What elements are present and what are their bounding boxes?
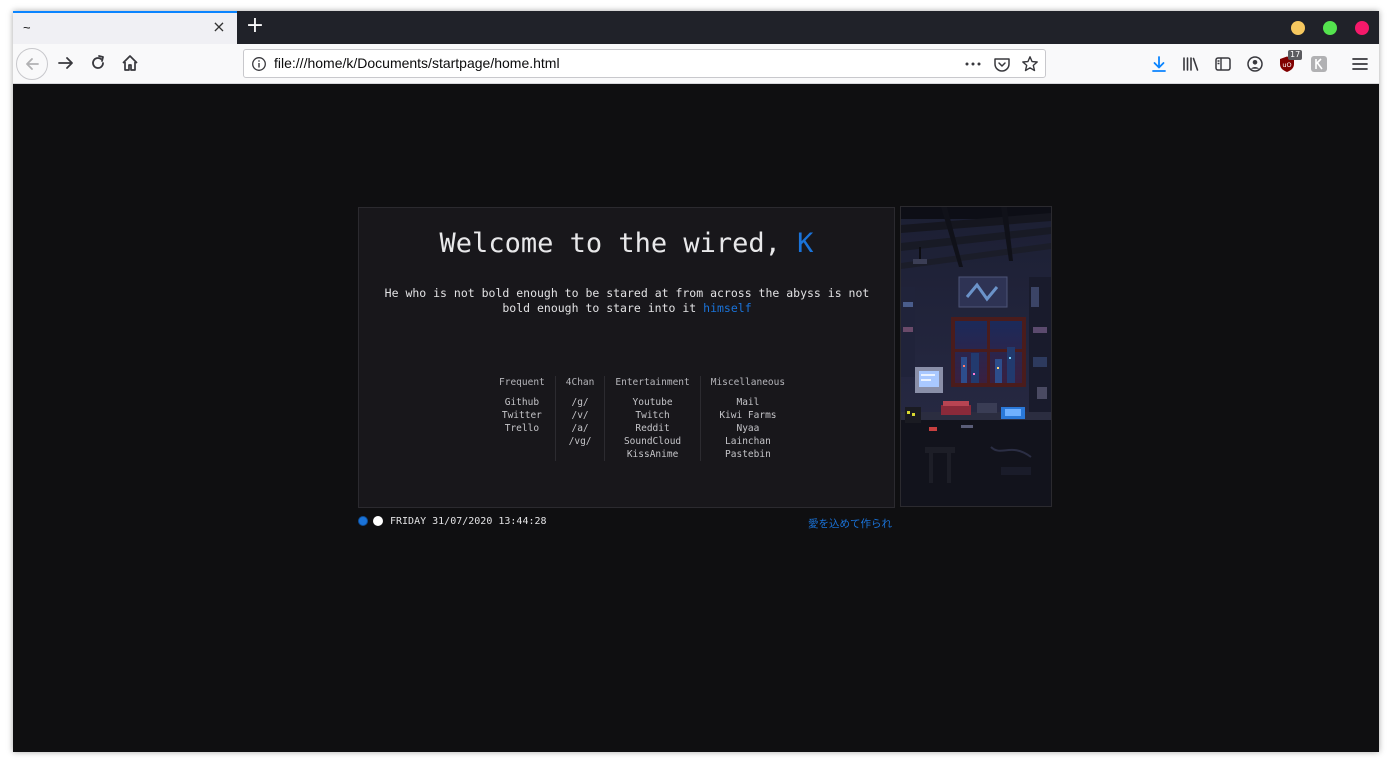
link-nyaa[interactable]: Nyaa (736, 422, 759, 435)
navigation-toolbar: file:///home/k/Documents/startpage/home.… (13, 44, 1379, 84)
browser-window: ~ × + file:///home/k/Documents/startpage… (13, 11, 1379, 752)
reload-icon[interactable] (89, 54, 107, 72)
made-with-love-text: 愛を込めて作られ (808, 518, 892, 530)
url-text[interactable]: file:///home/k/Documents/startpage/home.… (274, 55, 560, 71)
tab-title: ~ (23, 20, 31, 35)
status-bar: FRIDAY 31/07/2020 13:44:28 (358, 514, 547, 528)
clock-datetime: FRIDAY 31/07/2020 13:44:28 (390, 515, 547, 527)
library-icon[interactable] (1182, 55, 1200, 73)
link-kissanime[interactable]: KissAnime (627, 448, 678, 461)
extension-icon[interactable] (1310, 55, 1328, 73)
startpage-card: Welcome to the wired, K He who is not bo… (358, 207, 895, 508)
forward-arrow-icon[interactable] (57, 54, 75, 72)
column-title: Entertainment (615, 377, 690, 388)
column-frequent: Frequent Github Twitter Trello (489, 376, 555, 461)
link-soundcloud[interactable]: SoundCloud (624, 435, 681, 448)
column-entertainment: Entertainment Youtube Twitch Reddit Soun… (604, 376, 699, 461)
link-twitch[interactable]: Twitch (635, 409, 669, 422)
link-trello[interactable]: Trello (505, 422, 539, 435)
column-title: Frequent (499, 377, 545, 388)
link-g[interactable]: /g/ (571, 396, 588, 409)
tab-active[interactable]: ~ × (13, 11, 237, 44)
home-icon[interactable] (121, 54, 139, 72)
link-vg[interactable]: /vg/ (569, 435, 592, 448)
link-reddit[interactable]: Reddit (635, 422, 669, 435)
pocket-icon[interactable] (993, 55, 1011, 73)
room-illustration (901, 207, 1051, 506)
bookmark-star-icon[interactable] (1021, 55, 1039, 73)
tab-strip: ~ × + (13, 11, 1379, 44)
back-arrow-icon (26, 58, 39, 70)
pixel-art-room-image (900, 206, 1052, 507)
url-bar[interactable]: file:///home/k/Documents/startpage/home.… (243, 49, 1046, 78)
theme-dot-white[interactable] (373, 516, 383, 526)
link-mail[interactable]: Mail (736, 396, 759, 409)
link-youtube[interactable]: Youtube (633, 396, 673, 409)
theme-dot-blue[interactable] (358, 516, 368, 526)
downloads-icon[interactable] (1150, 55, 1168, 73)
column-title: 4Chan (565, 377, 595, 388)
quote: He who is not bold enough to be stared a… (377, 286, 877, 316)
welcome-user-name: K (797, 228, 814, 259)
column-4chan: 4Chan /g/ /v/ /a/ /vg/ (554, 376, 605, 461)
page-actions-icon[interactable] (964, 55, 982, 73)
link-kiwi-farms[interactable]: Kiwi Farms (719, 409, 776, 422)
link-v[interactable]: /v/ (571, 409, 588, 422)
link-a[interactable]: /a/ (571, 422, 588, 435)
link-lainchan[interactable]: Lainchan (725, 435, 771, 448)
page-viewport: Welcome to the wired, K He who is not bo… (13, 84, 1379, 752)
quote-text: He who is not bold enough to be stared a… (384, 286, 870, 315)
column-miscellaneous: Miscellaneous Mail Kiwi Farms Nyaa Lainc… (699, 376, 795, 461)
tab-close-icon[interactable]: × (211, 19, 227, 35)
info-icon[interactable] (251, 56, 267, 72)
window-minimize-button[interactable] (1291, 21, 1305, 35)
welcome-heading: Welcome to the wired, K (359, 228, 894, 259)
link-columns: Frequent Github Twitter Trello 4Chan /g/… (489, 376, 795, 461)
svg-text:uO: uO (1282, 61, 1291, 69)
column-title: Miscellaneous (710, 377, 786, 388)
hamburger-menu-icon[interactable] (1351, 55, 1369, 73)
link-pastebin[interactable]: Pastebin (725, 448, 771, 461)
new-tab-button[interactable]: + (244, 15, 266, 38)
window-close-button[interactable] (1355, 21, 1369, 35)
link-twitter[interactable]: Twitter (502, 409, 542, 422)
quote-accent: himself (703, 301, 752, 315)
ublock-count-badge: 17 (1288, 50, 1303, 60)
sidebar-icon[interactable] (1214, 55, 1232, 73)
back-button[interactable] (16, 48, 48, 80)
account-icon[interactable] (1246, 55, 1264, 73)
link-github[interactable]: Github (505, 396, 539, 409)
welcome-text: Welcome to the wired, (439, 228, 798, 259)
window-maximize-button[interactable] (1323, 21, 1337, 35)
